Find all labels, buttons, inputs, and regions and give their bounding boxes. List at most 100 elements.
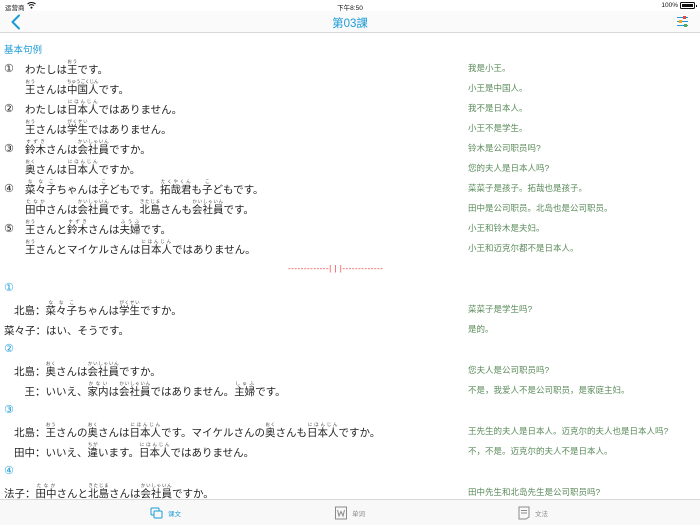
dialogue-line[interactable]: 北島：奥おくさんは会社員かいしゃいんですか。 您夫人是公司职员吗? [0,358,700,378]
text-segment: ：はい、そうです。 [35,324,129,337]
japanese-sentence: わたしは日本人にほんじんではありません。 [25,99,182,116]
japanese-line: 王：いいえ、家内かないは会社員かいしゃいんではありません。主婦しゅふです。 [14,380,285,398]
sentence-row[interactable]: 王おうさんは中国人ちゅうごくじんです。 小王是中国人。 [0,76,700,96]
japanese-sentence: 菜々子ななこちゃんは子こどもです。拓哉君たくやくんも子こどもです。 [25,179,264,196]
lesson-content[interactable]: 基本句例 ① わたしは王おうです。 我是小王。 王おうさんは中国人ちゅうごくじんです。… [0,34,700,499]
section-title: 基本句例 [4,45,43,56]
chinese-translation: 王先生的夫人是日本人。迈克尔的夫人也是日本人吗? [468,426,669,436]
dialogue-line[interactable]: 王：いいえ、家内かないは会社員かいしゃいんではありません。主婦しゅふです。 不是，… [0,378,700,398]
sentence-row[interactable]: ④ 菜々子ななこちゃんは子こどもです。拓哉君たくやくんも子こどもです。 菜菜子是孩子… [0,176,700,196]
chinese-translation: 菜菜子是学生吗? [468,304,533,314]
furigana-word: 日本人にほんじん [306,421,339,439]
text-segment: です。 [140,223,171,236]
text-segment: ですか。 [119,365,161,378]
text-segment: ですか。 [140,304,182,317]
japanese-sentence: 王おうさんと鈴木すずきさんは夫婦ふうふです。 [25,219,171,236]
furigana-word: 拓哉君たくやくん [160,178,192,196]
sliders-icon[interactable] [676,15,689,28]
japanese-sentence: 田中たなかさんは会社員かいしゃいんです。北島きたじまさんも会社員かいしゃいんです… [25,199,254,216]
sentence-row[interactable]: 奥おくさんは日本人にほんじんですか。 您的夫人是日本人吗? [0,156,700,176]
furigana-word: 日本人にほんじん [67,98,99,116]
dialogue-line[interactable]: 田中：いいえ、違ちがいます。日本人にほんじんではありません。 不，不是。迈克尔的夫… [0,439,700,459]
text-lesson-icon [150,507,163,519]
sentence-row[interactable]: 王おうさんは学生がくせいではありません。 小王不是学生。 [0,116,700,136]
furigana-word: 中国人ちゅうごくじん [67,78,99,96]
text-segment: さんは [35,163,68,176]
sentence-row[interactable]: 王おうさんとマイケルさんは日本人にほんじんではありません。 小王和迈克尔都不是日本… [0,236,700,256]
navigation-bar: 第03課 [0,11,700,33]
furigana-word: 王おう [25,218,36,236]
battery-icon [680,2,697,9]
chinese-translation: 小王不是学生。 [468,123,528,133]
text-segment: ： [25,487,36,499]
tab-grammar[interactable]: 文法 [517,504,548,522]
text-segment: わたしは [25,103,67,116]
text-segment: さんは [109,487,141,499]
japanese-sentence: 奥おくさんは日本人にほんじんですか。 [25,159,140,176]
japanese-line: 北島：王おうさんの奥おくさんは日本人にほんじんです。マイケルさんの奥おくさんも日… [14,422,380,439]
text-segment: ： [35,365,46,378]
chinese-translation: 不，不是。迈克尔的夫人不是日本人。 [468,446,613,456]
sentence-row[interactable]: ② わたしは日本人にほんじんではありません。 我不是日本人。 [0,96,700,116]
text-segment: ちゃんは [56,183,99,196]
furigana-word: 学生がくせい [67,118,88,136]
text-segment: 田中 [14,446,35,459]
battery-percent: 100% [661,2,678,9]
text-segment: です。マイケルさんの [161,426,265,439]
grammar-icon [518,506,530,520]
tab-words-label: 单词 [352,511,365,518]
text-segment: ですか。 [338,426,381,439]
chinese-translation: 您夫人是公司职员吗? [468,365,550,375]
text-segment: さんの [56,426,88,439]
tab-lesson[interactable]: 课文 [150,504,181,522]
furigana-word: 会社員かいしゃいん [191,198,224,216]
text-segment: です。 [98,83,129,96]
text-segment: 王 [14,385,35,398]
page-title: 第03課 [332,18,368,30]
text-segment: ちゃんは [77,304,119,317]
sentence-row[interactable]: ⑤ 王おうさんと鈴木すずきさんは夫婦ふうふです。 小王和铃木是夫妇。 [0,216,700,236]
text-segment: さんも [160,203,192,216]
text-segment: です。 [109,203,140,216]
dialogue-number: ④ [4,465,14,477]
tab-words[interactable]: 单词 [334,504,365,522]
text-segment: 菜々子 [4,324,36,337]
furigana-word: 家内かない [87,380,109,398]
text-segment: さんは [46,203,78,216]
dialogue-line[interactable]: 法子：田中たなかさんと北島きたじまさんは会社員かいしゃいんですか。 田中先生和北岛… [0,480,700,499]
dialogue-line[interactable]: 菜々子：はい、そうです。 是的。 [0,317,700,337]
text-segment: ではありません。 [98,103,183,116]
dialogue-line[interactable]: 北島：王おうさんの奥おくさんは日本人にほんじんです。マイケルさんの奥おくさんも日… [0,419,700,439]
dialogue-number: ① [4,282,14,294]
furigana-word: 北島きたじま [88,482,109,499]
furigana-word: 日本人にほんじん [140,238,173,256]
chinese-translation: 铃木是公司职员吗? [468,143,541,153]
furigana-word: 菜々子ななこ [25,178,57,196]
dialogue-line[interactable]: 北島：菜々子ななこちゃんは学生がくせいですか。 菜菜子是学生吗? [0,297,700,317]
furigana-word: 田中たなか [25,198,46,216]
japanese-line: 北島：菜々子ななこちゃんは学生がくせいですか。 [14,300,182,317]
sentence-row[interactable]: ① わたしは王おうです。 我是小王。 [0,56,700,76]
sentence-row[interactable]: 田中たなかさんは会社員かいしゃいんです。北島きたじまさんも会社員かいしゃいんです… [0,196,700,216]
text-segment: ですか。 [109,143,151,156]
furigana-word: 学生がくせい [119,299,140,317]
word-icon [335,506,347,520]
text-segment: も [191,183,203,196]
sentence-row[interactable]: ③ 鈴木すずきさんは会社員かいしゃいんですか。 铃木是公司职员吗? [0,136,700,156]
chinese-translation: 我是小王。 [468,63,511,73]
text-segment: 北島 [14,365,35,378]
furigana-word: 日本人にほんじん [138,441,171,459]
text-segment: さんとマイケルさんは [35,243,141,256]
text-segment: います。 [98,446,139,459]
furigana-word: 菜々子ななこ [45,299,78,317]
furigana-word: 北島きたじま [139,198,161,216]
japanese-line: 菜々子：はい、そうです。 [4,324,129,337]
sentence-number: ⑤ [4,223,14,235]
furigana-word: 違ちが [87,441,99,459]
chinese-translation: 小王和迈克尔都不是日本人。 [468,243,579,253]
japanese-sentence: わたしは王おうです。 [25,59,108,76]
text-segment: わたしは [25,63,67,76]
japanese-sentence: 王おうさんは学生がくせいではありません。 [25,119,172,136]
text-segment: どもです。 [109,183,161,196]
chinese-translation: 小王是中国人。 [468,83,528,93]
